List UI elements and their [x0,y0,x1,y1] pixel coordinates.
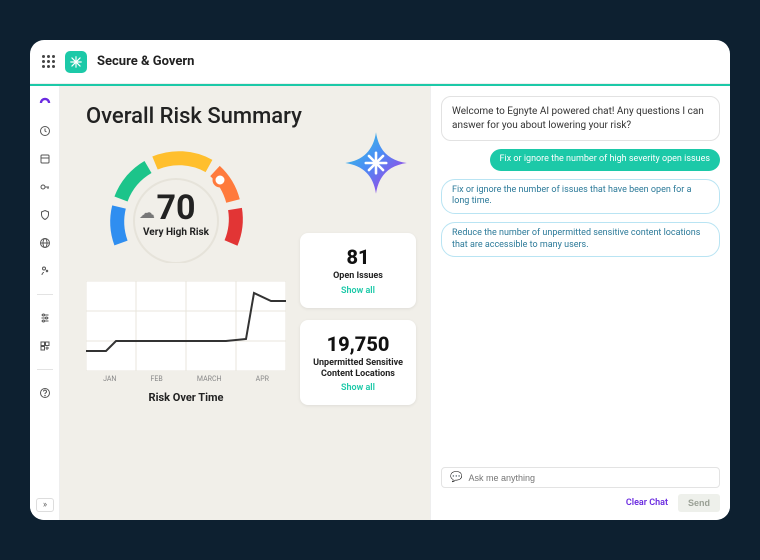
chat-panel: Welcome to Egnyte AI powered chat! Any q… [430,86,730,520]
stat-label: Unpermitted Sensitive Content Locations [310,358,406,380]
x-tick: JAN [103,375,116,383]
x-tick: MARCH [197,375,222,383]
page-title: Overall Risk Summary [86,104,416,129]
risk-score: 70 [91,191,261,225]
stat-value: 81 [310,245,406,269]
nav-users[interactable] [38,264,52,278]
nav-protect[interactable] [38,208,52,222]
show-all-link[interactable]: Show all [310,383,406,393]
app-title: Secure & Govern [97,54,194,69]
nav-network[interactable] [38,236,52,250]
dashboard-content: ☁ 70 Very High Risk [86,143,416,512]
chat-suggestion[interactable]: Fix or ignore the number of high severit… [490,149,720,171]
x-tick: APR [256,375,269,383]
chart-x-axis: JAN FEB MARCH APR [86,375,286,383]
nav-activity[interactable] [38,124,52,138]
chart-title: Risk Over Time [86,391,286,404]
chat-actions: Clear Chat Send [441,494,720,512]
stat-value: 19,750 [310,332,406,356]
nav-content[interactable] [38,152,52,166]
open-issues-card: 81 Open Issues Show all [300,233,416,308]
nav-help[interactable] [38,386,52,400]
nav-apps[interactable] [38,339,52,353]
ai-star-icon [344,131,408,195]
show-all-link[interactable]: Show all [310,286,406,296]
risk-trend-card: JAN FEB MARCH APR Risk Over Time [86,281,286,404]
x-tick: FEB [151,375,163,383]
chat-input-row: 💬 [441,467,720,488]
risk-gauge: ☁ 70 Very High Risk [91,143,261,263]
stats-column: 81 Open Issues Show all 19,750 Unpermitt… [300,233,416,512]
brand-logo [65,51,87,73]
main: Overall Risk Summary [60,86,730,520]
chat-welcome-message: Welcome to Egnyte AI powered chat! Any q… [441,96,720,141]
nav-permissions[interactable] [38,180,52,194]
sidebar: » [30,86,60,520]
send-button[interactable]: Send [678,494,720,512]
risk-trend-chart [86,281,286,371]
clear-chat-link[interactable]: Clear Chat [626,498,668,508]
sidebar-collapse-button[interactable]: » [36,498,54,512]
sensitive-locations-card: 19,750 Unpermitted Sensitive Content Loc… [300,320,416,406]
chat-input[interactable] [468,473,711,483]
dashboard-pane: Overall Risk Summary [60,86,430,520]
chat-messages: Welcome to Egnyte AI powered chat! Any q… [441,96,720,459]
chat-suggestion[interactable]: Fix or ignore the number of issues that … [441,179,720,214]
stat-label: Open Issues [310,271,406,282]
left-col: ☁ 70 Very High Risk [86,143,286,512]
chat-bubble-icon: 💬 [450,472,462,483]
apps-grid-icon[interactable] [42,55,55,68]
body: » Overall Risk Summary [30,86,730,520]
header: Secure & Govern [30,40,730,84]
chat-suggestion[interactable]: Reduce the number of unpermitted sensiti… [441,222,720,257]
sidebar-separator [37,294,53,295]
risk-gauge-card: ☁ 70 Very High Risk [86,143,266,263]
nav-settings[interactable] [38,311,52,325]
nav-dashboard[interactable] [38,96,52,110]
risk-level-label: Very High Risk [91,227,261,238]
app-window: Secure & Govern » Overall Risk Summary [30,40,730,520]
sidebar-separator-2 [37,369,53,370]
